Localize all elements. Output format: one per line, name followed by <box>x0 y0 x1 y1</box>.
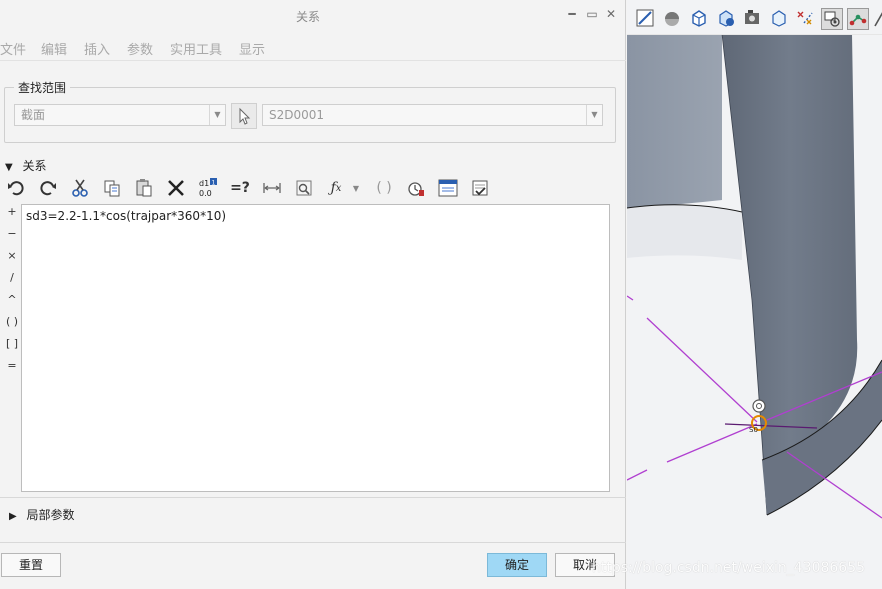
operator-equals[interactable]: = <box>4 359 20 381</box>
relations-section-label: 关系 <box>22 159 47 173</box>
perspective-view-icon[interactable] <box>769 8 789 28</box>
relations-toolbar: d1 0.0 1 =? ƒx ▼ ( ) <box>4 176 504 202</box>
delete-icon[interactable] <box>164 176 188 200</box>
select-pointer-button[interactable] <box>231 103 257 129</box>
operator-column: + − × / ^ ( ) [ ] = <box>4 205 20 381</box>
reset-button[interactable]: 重置 <box>1 553 61 577</box>
close-icon[interactable]: ✕ <box>604 7 618 21</box>
copy-icon[interactable] <box>100 176 124 200</box>
scope-value: 截面 <box>21 108 46 122</box>
operator-plus[interactable]: + <box>4 205 20 227</box>
redo-icon[interactable] <box>36 176 60 200</box>
relations-editor[interactable]: sd3=2.2-1.1*cos(trajpar*360*10) <box>21 204 610 492</box>
svg-text:1: 1 <box>212 180 216 187</box>
cursor-label: S0 <box>749 426 758 434</box>
svg-text:d1: d1 <box>199 179 209 188</box>
watermark: https://blog.csdn.net/weixin_43086655 <box>592 560 866 576</box>
operator-power[interactable]: ^ <box>4 293 20 315</box>
collapse-triangle-icon: ▼ <box>5 162 13 173</box>
insert-dimension-icon[interactable] <box>260 176 284 200</box>
more-tools-icon[interactable] <box>873 8 882 28</box>
menu-edit[interactable]: 编辑 <box>41 39 67 58</box>
operator-multiply[interactable]: × <box>4 249 20 271</box>
operator-parentheses[interactable]: ( ) <box>4 315 20 337</box>
refit-view-icon[interactable] <box>635 8 655 28</box>
view-manager-icon[interactable] <box>742 8 762 28</box>
datum-display-icon[interactable] <box>795 8 815 28</box>
minimize-icon[interactable]: ━ <box>565 7 579 21</box>
brackets-icon[interactable]: ( ) <box>372 176 396 200</box>
item-value: S2D0001 <box>269 108 325 122</box>
chevron-down-icon: ▼ <box>586 105 602 125</box>
item-select[interactable]: S2D0001 ▼ <box>262 104 603 126</box>
saved-views-icon[interactable] <box>716 8 736 28</box>
show-dimensions-icon[interactable] <box>436 176 460 200</box>
menu-bar: 文件 编辑 插入 参数 实用工具 显示 <box>0 34 626 61</box>
sort-relations-icon[interactable] <box>292 176 316 200</box>
ok-button[interactable]: 确定 <box>487 553 547 577</box>
function-dropdown-icon[interactable]: ▼ <box>349 176 363 200</box>
maximize-icon[interactable]: ▭ <box>585 7 599 21</box>
divider <box>0 542 626 543</box>
model-graphics: S0 <box>627 33 882 519</box>
menu-file[interactable]: 文件 <box>0 39 26 58</box>
operator-brackets[interactable]: [ ] <box>4 337 20 359</box>
undo-icon[interactable] <box>4 176 28 200</box>
paste-icon[interactable] <box>132 176 156 200</box>
operator-divide[interactable]: / <box>4 271 20 293</box>
menu-insert[interactable]: 插入 <box>84 39 110 58</box>
model-viewport[interactable]: S0 <box>627 0 882 589</box>
function-icon[interactable]: ƒx <box>324 176 348 200</box>
annotation-display-icon[interactable] <box>821 8 843 30</box>
local-params-section-header[interactable]: ▶ 局部参数 <box>9 506 75 523</box>
execute-verify-icon[interactable] <box>468 176 492 200</box>
verify-relations-icon[interactable] <box>404 176 428 200</box>
divider <box>0 497 626 498</box>
view-cube-icon[interactable] <box>689 8 709 28</box>
menu-display[interactable]: 显示 <box>239 39 265 58</box>
display-style-icon[interactable] <box>662 8 682 28</box>
relations-dialog: 关系 ━ ▭ ✕ 文件 编辑 插入 参数 实用工具 显示 查找范围 截面 ▼ S… <box>0 0 626 589</box>
chevron-down-icon: ▼ <box>209 105 225 125</box>
view-toolbar <box>627 0 882 35</box>
expand-triangle-icon: ▶ <box>9 511 17 522</box>
title-bar: 关系 ━ ▭ ✕ <box>0 0 626 31</box>
menu-utilities[interactable]: 实用工具 <box>170 39 222 58</box>
window-title: 关系 <box>295 10 320 24</box>
lookup-group-label: 查找范围 <box>14 79 71 96</box>
spin-center-icon[interactable] <box>847 8 869 30</box>
pointer-icon <box>239 107 251 125</box>
operator-minus[interactable]: − <box>4 227 20 249</box>
cut-icon[interactable] <box>68 176 92 200</box>
relations-section-header[interactable]: ▼ 关系 <box>5 157 47 174</box>
relation-line: sd3=2.2-1.1*cos(trajpar*360*10) <box>26 209 227 223</box>
svg-text:0.0: 0.0 <box>199 189 212 198</box>
scope-select[interactable]: 截面 ▼ <box>14 104 226 126</box>
local-params-label: 局部参数 <box>26 508 75 522</box>
switch-dimensions-icon[interactable]: d1 0.0 1 <box>196 176 220 200</box>
evaluate-icon[interactable]: =? <box>228 176 252 200</box>
menu-parameters[interactable]: 参数 <box>127 39 153 58</box>
